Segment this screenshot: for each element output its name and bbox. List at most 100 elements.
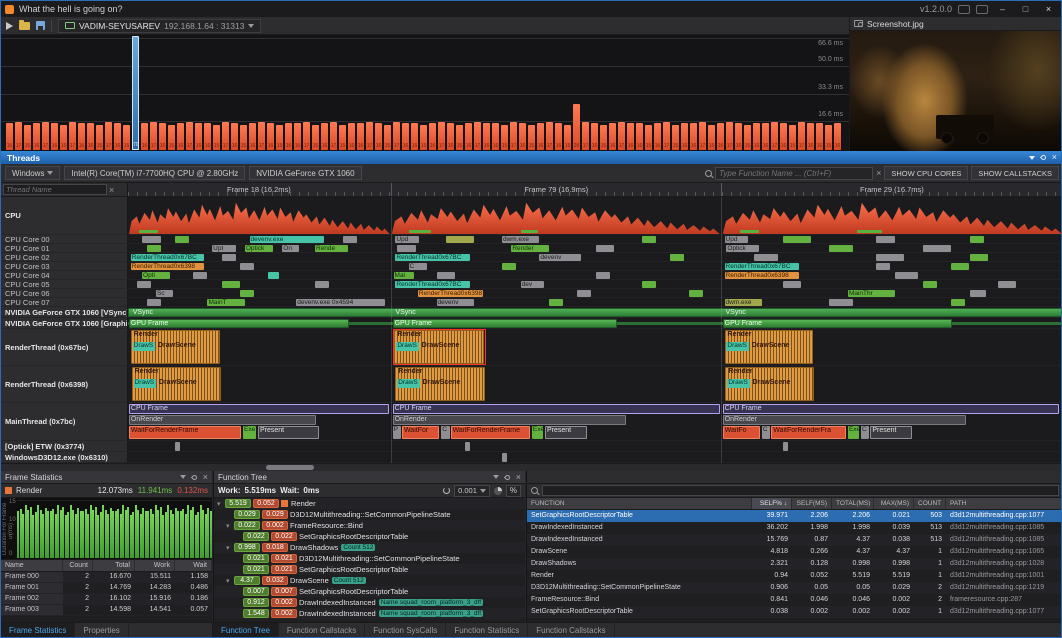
frame-bar[interactable]: 15 (564, 125, 571, 150)
thread-label[interactable]: CPU Core 03 (1, 262, 128, 271)
chevron-down-icon[interactable] (493, 475, 499, 479)
timeline-block[interactable] (502, 453, 507, 462)
thread-lane[interactable]: ScRenderThread0x6398MainThr (128, 289, 1062, 298)
frame-bar[interactable]: 17 (105, 122, 112, 150)
timeline-block[interactable]: WaitFor (402, 426, 439, 439)
tab-function-callstacks[interactable]: Function Callstacks (279, 623, 365, 638)
timeline-block[interactable] (446, 236, 474, 243)
timeline-block[interactable]: Sc (156, 290, 173, 297)
cpu-info-button[interactable]: Intel(R) Core(TM) i7-7700HQ CPU @ 2.80GH… (64, 166, 245, 180)
horizontal-scrollbar[interactable] (1, 463, 1062, 471)
frame-bar[interactable]: 15 (60, 125, 67, 150)
timeline-block[interactable]: Exe (848, 426, 859, 439)
timeline-block[interactable] (670, 254, 684, 261)
timeline-block[interactable]: C (861, 426, 869, 439)
frame-bar[interactable]: 16 (609, 123, 616, 150)
frame-bar[interactable]: 17 (303, 122, 310, 150)
gpu-info-button[interactable]: NVIDIA GeForce GTX 1060 (249, 166, 361, 180)
frame-bar[interactable]: 16 (591, 123, 598, 150)
thread-lane[interactable]: RenderThread0x6398CRenderThread0x67BC (128, 262, 1062, 271)
table-row[interactable]: DrawIndexedInstanced36.2021.9981.9980.03… (527, 522, 1062, 534)
column-header[interactable]: MAX(MS) (874, 498, 914, 509)
timeline-block[interactable] (642, 236, 656, 243)
frame-bar[interactable]: 17 (330, 122, 337, 150)
thread-lane[interactable]: GPU FrameGPU FrameGPU Frame (128, 318, 1062, 329)
frame-bar[interactable]: 16 (465, 123, 472, 150)
thread-label[interactable]: CPU Core 01 (1, 244, 128, 253)
timeline-block[interactable] (343, 236, 357, 243)
tree-row[interactable]: 0.0210.021SetGraphicsRootDescriptorTable (214, 564, 525, 575)
timeline-block[interactable] (951, 299, 965, 306)
refresh-icon[interactable] (443, 487, 450, 494)
frame-history-chart[interactable]: 66.6 ms 50.0 ms 33.3 ms 16.6 ms 16171516… (1, 35, 849, 151)
timeline-block[interactable]: DrawScene (752, 379, 812, 388)
timeline-block[interactable]: RenderThread0x67BC (131, 254, 204, 261)
timeline-block[interactable]: Upd (725, 236, 748, 243)
frame-bar[interactable]: 16 (834, 123, 841, 150)
frame-bar[interactable]: 16 (114, 123, 121, 150)
frame-bar[interactable]: 17 (618, 122, 625, 150)
timeline-block[interactable]: DrawScene (422, 379, 482, 388)
frame-bar[interactable]: 16 (231, 123, 238, 150)
frame-bar[interactable]: 16 (51, 123, 58, 150)
timeline-block[interactable]: DrawScene (158, 379, 218, 388)
save-icon[interactable] (36, 21, 45, 30)
frame-bar[interactable]: 15 (213, 125, 220, 150)
frame-bar[interactable]: 17 (474, 122, 481, 150)
timeline-block[interactable]: VSync (132, 309, 188, 317)
timeline-block[interactable]: devenv (437, 299, 474, 306)
timeline-block[interactable] (970, 254, 989, 261)
thread-lane[interactable]: RenderDrawSDrawSceneRenderDrawSDrawScene… (128, 329, 1062, 366)
timeline-block[interactable] (393, 329, 486, 365)
timeline-block[interactable]: Optick (245, 245, 273, 252)
timeline-block[interactable]: GPU Frame (129, 319, 349, 328)
table-row[interactable]: D3D12Multithreading::SetCommonPipelineSt… (527, 582, 1062, 594)
frame-duration-chart[interactable]: Duration For Frame (ms) 15 10 5 0 (1, 498, 212, 560)
timeline-block[interactable]: Present (258, 426, 319, 439)
frame-bar[interactable]: 17 (15, 122, 22, 150)
thread-label[interactable]: CPU Core 00 (1, 235, 128, 244)
tree-row[interactable]: ▾5.5190.052Render (214, 498, 525, 509)
frame-bar[interactable]: 17 (582, 122, 589, 150)
thread-label[interactable]: MainThread (0x7bc) (1, 403, 128, 441)
timeline-block[interactable]: DrawScene (157, 342, 217, 351)
timeline-block[interactable] (723, 200, 1062, 234)
tree-row[interactable]: 1.5480.002DrawIndexedInstancedName squad… (214, 608, 525, 619)
timeline-block[interactable]: devenv.exe (250, 236, 325, 243)
frame-bar[interactable]: 15 (339, 125, 346, 150)
timeline-block[interactable] (268, 272, 279, 279)
timeline-block[interactable] (783, 236, 811, 243)
percent-toggle-button[interactable]: % (506, 485, 521, 497)
timeline-block[interactable]: RenderThread0x67BC (725, 263, 800, 270)
timeline-block[interactable] (147, 245, 161, 252)
timeline-block[interactable] (139, 230, 158, 233)
column-header[interactable]: Work (135, 560, 175, 571)
frame-bar[interactable]: 16 (249, 123, 256, 150)
thread-lane[interactable]: VSyncVSyncVSync (128, 307, 1062, 318)
column-header[interactable]: PATH (946, 498, 1062, 509)
tab-frame-statistics[interactable]: Frame Statistics (1, 623, 75, 638)
timeline-block[interactable] (129, 200, 390, 234)
tree-row[interactable]: 0.0220.022SetGraphicsRootDescriptorTable (214, 531, 525, 542)
close-icon[interactable]: × (203, 473, 208, 482)
tree-row[interactable]: 0.0290.029D3D12Multithreading::SetCommon… (214, 509, 525, 520)
frame-bar[interactable]: 16 (483, 123, 490, 150)
thread-lane[interactable]: RenderThread0x67BCRenderThread0x67BCdeve… (128, 253, 1062, 262)
frame-bar[interactable]: 17 (438, 122, 445, 150)
timeline-block[interactable]: WaitForRenderFrame (129, 426, 241, 439)
tab-function-statistics[interactable]: Function Statistics (446, 623, 528, 638)
timeline-block[interactable] (175, 442, 181, 451)
screenshot-header[interactable]: Screenshot.jpg (850, 17, 1062, 31)
frame-bar[interactable]: 15 (24, 125, 31, 150)
frame-bar[interactable]: 15 (789, 125, 796, 150)
frame-bar[interactable]: 17 (726, 122, 733, 150)
timeline-block[interactable]: GPU Frame (723, 319, 952, 328)
timeline-block[interactable] (876, 236, 895, 243)
timeline-block[interactable] (147, 299, 161, 306)
pin-icon[interactable] (1040, 154, 1047, 161)
timeline-block[interactable]: OnRender (723, 415, 966, 425)
timeline-block[interactable]: dev (521, 281, 544, 288)
frame-header-label[interactable]: Frame 29 (16.7ms) (860, 185, 924, 194)
frame-bar[interactable]: 16 (447, 123, 454, 150)
timeline-block[interactable] (689, 290, 703, 297)
